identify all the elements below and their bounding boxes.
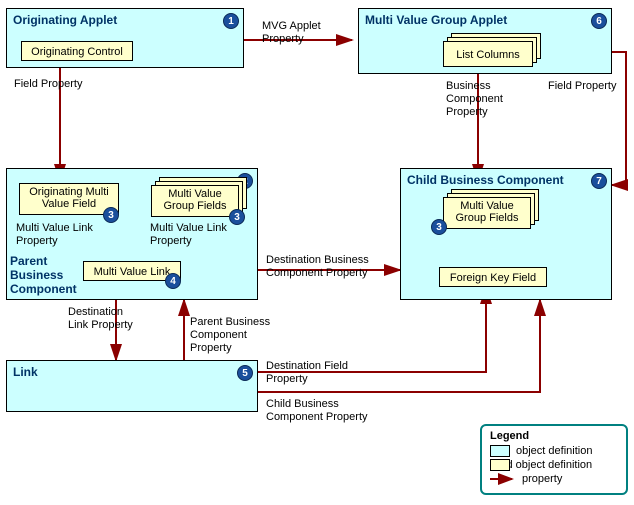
label-dest-bc-property: Destination Business Component Property bbox=[266, 254, 369, 280]
label-mvg-fields-parent: Multi Value Group Fields bbox=[152, 188, 238, 212]
num-5: 5 bbox=[237, 365, 253, 381]
legend-swatch-object bbox=[490, 445, 510, 457]
box-child-bc: Child Business Component 7 Multi Value G… bbox=[400, 168, 612, 300]
legend-label-property: property bbox=[522, 473, 562, 485]
legend-label-object: object definition bbox=[516, 445, 592, 457]
label-dest-field-property: Destination Field Property bbox=[266, 360, 348, 386]
label-foreign-key: Foreign Key Field bbox=[450, 270, 536, 286]
legend-row-child: child object definition bbox=[490, 459, 618, 471]
title-link: Link bbox=[13, 365, 38, 379]
child-originating-control: Originating Control bbox=[21, 41, 133, 61]
label-dest-link-property: Destination Link Property bbox=[68, 306, 133, 332]
legend-swatch-child bbox=[490, 459, 510, 471]
diagram-canvas: Originating Applet 1 Originating Control… bbox=[0, 0, 634, 505]
legend-arrow-icon bbox=[490, 473, 516, 485]
label-bc-property: Business Component Property bbox=[446, 80, 503, 120]
child-list-columns: List Columns bbox=[443, 41, 533, 67]
child-mvg-fields-child: Multi Value Group Fields bbox=[443, 197, 531, 229]
num-1: 1 bbox=[223, 13, 239, 29]
label-field-property-right: Field Property bbox=[548, 80, 616, 93]
legend-row-property: property bbox=[490, 473, 618, 485]
child-foreign-key: Foreign Key Field bbox=[439, 267, 547, 287]
box-originating-applet: Originating Applet 1 Originating Control bbox=[6, 8, 244, 68]
box-mvg-applet: Multi Value Group Applet 6 List Columns bbox=[358, 8, 612, 74]
box-link: Link 5 bbox=[6, 360, 258, 412]
title-parent-bc: Parent Business Component bbox=[10, 254, 77, 296]
title-child-bc: Child Business Component bbox=[407, 173, 564, 187]
label-mvg-applet-property: MVG Applet Property bbox=[262, 20, 321, 46]
label-mv-link: Multi Value Link bbox=[94, 264, 171, 280]
label-originating-control: Originating Control bbox=[31, 44, 123, 60]
legend-box: Legend object definition child object de… bbox=[480, 424, 628, 495]
label-mvl-property-left: Multi Value Link Property bbox=[16, 222, 93, 248]
legend-title: Legend bbox=[490, 430, 618, 442]
num-6: 6 bbox=[591, 13, 607, 29]
child-mvg-fields-parent: Multi Value Group Fields bbox=[151, 185, 239, 217]
num-mvg-child-3: 3 bbox=[431, 219, 447, 235]
label-omv-field: Originating Multi Value Field bbox=[20, 186, 118, 210]
label-parent-bc-property: Parent Business Component Property bbox=[190, 316, 270, 356]
num-mv-link-4: 4 bbox=[165, 273, 181, 289]
title-mvg-applet: Multi Value Group Applet bbox=[365, 13, 507, 27]
num-omv-3: 3 bbox=[103, 207, 119, 223]
label-mvg-fields-child: Multi Value Group Fields bbox=[444, 200, 530, 224]
legend-row-object: object definition bbox=[490, 445, 618, 457]
num-mvg-parent-3: 3 bbox=[229, 209, 245, 225]
title-originating-applet: Originating Applet bbox=[13, 13, 117, 27]
num-7: 7 bbox=[591, 173, 607, 189]
label-mvl-property-right: Multi Value Link Property bbox=[150, 222, 227, 248]
label-child-bc-property: Child Business Component Property bbox=[266, 398, 368, 424]
label-list-columns: List Columns bbox=[456, 44, 520, 66]
label-field-property-left: Field Property bbox=[14, 78, 82, 91]
